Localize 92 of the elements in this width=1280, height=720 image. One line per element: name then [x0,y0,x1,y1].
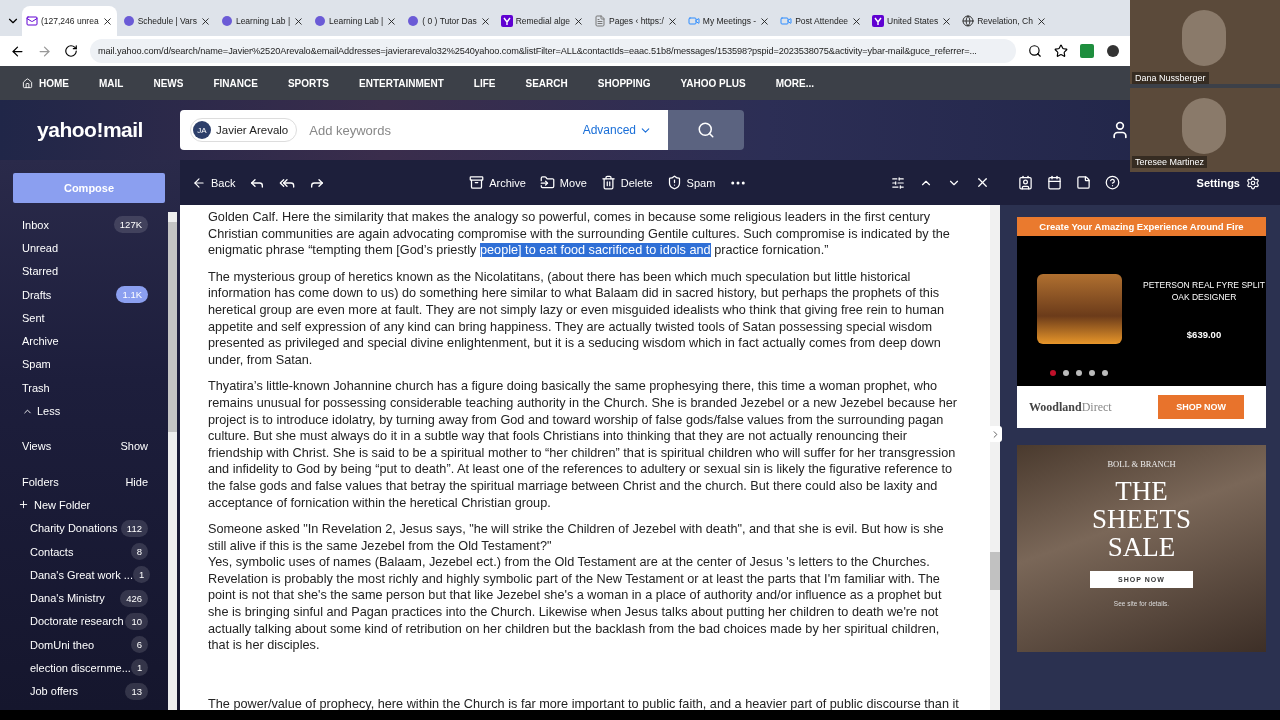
product-price: $639.00 [1186,328,1222,340]
browser-tab[interactable]: Revelation, Ch [958,6,1051,36]
ad-title: THE SHEETS SALE [1092,477,1191,561]
message-paragraph: Someone asked "In Revelation 2, Jesus says, "he will strike the Children of Jezebel with death", and that she is evil. But how is she still alive if this is the same Jezebel from the Old Testament?" [208,521,945,555]
message-paragraph: Golden Calf. Here the similarity that makes the analogy so powerful, comes in because some religious leaders in the first century Christian communities are again advocating compromise with the surrounding Gentile cultures. Such compromise is indicated by the enigmatic phrase “tempting them [God’s priestly people] to eat food sacrificed to idols and practice fornication.” [208,209,951,259]
tab-title: (127,246 unrea [41,16,99,26]
folder-item[interactable]: Unread [0,236,166,260]
less-toggle[interactable]: Less [0,399,166,423]
tab-title: Learning Lab | [329,16,384,26]
browser-tab[interactable]: Remedial alge [496,6,588,36]
tab-title: My Meetings - [702,16,757,26]
nav-link[interactable]: YAHOO PLUS [680,77,746,89]
advanced-button[interactable]: Advanced [576,122,658,138]
tab-title: Pages ‹ https:/ [609,16,664,26]
fireplace-ad[interactable]: Create Your Amazing Experience Around Fire PETERSON REAL FYRE SPLIT OAK DESIGNER $639.00 WoodlandDirect SHOP NOW [1017,217,1266,428]
folder-item[interactable]: Archive [0,329,166,353]
folder-item[interactable]: Inbox 127K [0,213,166,237]
browser-tab[interactable]: Post Attendee [776,6,867,36]
new-folder-button[interactable]: New Folder [0,493,166,517]
nav-link[interactable]: HOME [22,77,69,89]
folder-item[interactable]: Doctorate research 10 [0,609,166,634]
folder-item[interactable]: Sent [0,306,166,330]
browser-tab[interactable]: Learning Lab | [216,6,309,36]
back-button[interactable]: Back [192,175,236,190]
tab-title: United States [887,16,939,26]
toolbar-button[interactable]: Archive [469,175,526,190]
brand-logo: WoodlandDirect [1029,399,1112,415]
folder-item[interactable]: DomUni theo 6 [0,633,166,657]
message-paragraph: Yes, symbolic uses of names (Balaam, Jezebel ect.) from the Old Testament are at the center of Jesus 's letters to the Churches. Revelation is probably the most richly and highly symbolic part of the New Testament or at least the parts that I'm familiar with. The point is not that she's the same person but that like Jezebel she's a woman in a place of authority and/or influence as a prophet but she is bringing sinful and Pagan practices into the Church. Likewise when Jesus talks about putting her children to death we're not actually talking about some kind of retribution on her children but the backlash from the bad choices made by her spiritual children, that is her disciples. [208,554,943,654]
section-label: Folders [22,475,59,488]
unread-count: 10 [125,612,148,630]
tab-title: Learning Lab | [235,16,291,26]
section-label: Views [22,440,52,453]
browser-tab[interactable]: My Meetings - [683,6,775,36]
ad-headline: Create Your Amazing Experience Around Fire [1017,217,1266,236]
browser-tab[interactable]: (127,246 unrea [22,6,117,36]
unread-count: 127K [113,216,148,234]
participant-name: Dana Nussberger [1132,72,1209,84]
unread-count: 112 [120,519,148,537]
folder-item[interactable]: Trash [0,376,166,400]
folder-item[interactable]: Starred [0,259,166,283]
nav-link[interactable]: SHOPPING [597,77,651,89]
toolbar-button[interactable]: Spam [666,175,716,190]
tab-title: Revelation, Ch [977,16,1033,26]
folder-item[interactable]: Dana's Great work ... 1 [0,563,166,587]
browser-tab[interactable]: United States [868,6,957,36]
nav-link[interactable]: SEARCH [525,77,568,89]
message-paragraph: Thyatira’s little-known Johannine church has a figure doing basically the same prophesying there, this time a woman prophet, who remains unusual for possessing considerable teaching authority in the Church. She is branded Jezebel or a new Jezebel because her project is to introduce idolatry, by turning away from God and toward worship of false gods/false values from the surrounding pagan culture. But she must always do it in a subtle way that fools Christians into thinking that they are not actually renouncing their friendship with Christ. She is said to be a spiritual mother to “her children” that is spiritual children who will suffer for her transgression and infidelity to God by being “put to death”. At least one of the references to adultery or sexual sin is likely the figurative reference to the false gods and false values that betray the spiritual marriage between Christ and the church. But there could also be laxity and acceptance of fornication within the heretical Christian group. [208,378,958,512]
folder-item[interactable]: election discernme... 1 [0,656,166,680]
folder-item[interactable]: Charity Donations 112 [0,516,166,540]
tab-title: Post Attendee [795,16,849,26]
settings-button[interactable]: Settings [1190,174,1266,191]
nav-link[interactable]: NEWS [153,77,184,89]
unread-count: 6 [130,636,148,654]
address-bar[interactable]: mail.yahoo.com/d/search/name=Javier%2520Arevalo&emailAddresses=javierarevalo32%2540yahoo.com&listFilter=ALL&contactIds=eaac.51b8/messages/153598?pspid=2023538075&activity=ybar-mail&guce_referrer=... [90,39,1016,63]
folder-item[interactable]: Spam [0,352,166,377]
product-name: PETERSON REAL FYRE SPLIT OAK DESIGNER [1142,278,1266,303]
tab-title: Remedial alge [515,16,570,26]
tab-title: Schedule | Vars [137,16,197,26]
participant-name: Teresee Martinez [1132,156,1208,168]
folder-item[interactable]: Dana's Ministry 426 [0,586,166,610]
nav-link[interactable]: SPORTS [287,77,330,89]
nav-link[interactable]: LIFE [473,77,496,89]
show-link[interactable]: Show [120,440,148,453]
brand-name: BOLL & BRANCH [1107,459,1176,469]
browser-tab[interactable]: Learning Lab | [310,6,402,36]
nav-link[interactable]: MORE... [775,77,815,89]
folder-item[interactable]: Job offers 13 [0,679,166,703]
search-field[interactable]: JA Javier Arevalo Add keywords Advanced [180,110,668,150]
unread-count: 8 [130,543,148,560]
folder-item[interactable]: Contacts 8 [0,539,166,564]
avatar-initials: JA [193,121,211,139]
unread-count: 426 [120,589,148,607]
message-paragraph: The mysterious group of heretics known as the Nicolatitans, (about there has been which much speculation but little historical information has come down to us) do something here similar to what Balaam did in sacred history, but perhaps the prophets of this heretical group are even more at fault. They are not simply lazy or even misguided idealists who think that giving free rein to human appetite and self expression of any kind can bring happiness. They are actually twisted tools of Satan possessing special wisdom presented as privileged and special divine enlightenment, but it is a seducing wisdom which in fact actually comes from deep down under, from Satan. [208,268,946,369]
browser-tab[interactable]: Pages ‹ https:/ [590,6,682,36]
mail-logo[interactable]: yahoo!mail [0,118,180,142]
unread-count: 1.1K [116,286,148,304]
nav-link[interactable]: MAIL [99,77,124,89]
toolbar-button[interactable]: Move [539,175,587,190]
tab-title: ( 0 ) Tutor Das [422,16,477,26]
nav-link[interactable]: ENTERTAINMENT [359,77,444,89]
browser-tab[interactable]: Schedule | Vars [118,6,215,36]
folder-item[interactable]: Drafts 1.1K [0,282,166,307]
chip-name: Javier Arevalo [216,124,289,136]
unread-count: 1 [133,566,151,584]
hide-link[interactable]: Hide [125,475,148,488]
unread-count: 1 [130,659,149,677]
nav-link[interactable]: FINANCE [213,77,258,89]
message-paragraph: The power/value of prophecy, here within the Church is far more important to public faith, and a heavier part of public discourse than it [208,695,960,710]
toolbar-button[interactable]: Delete [600,175,653,190]
unread-count: 13 [125,682,148,700]
browser-tab[interactable]: ( 0 ) Tutor Das [403,6,495,36]
